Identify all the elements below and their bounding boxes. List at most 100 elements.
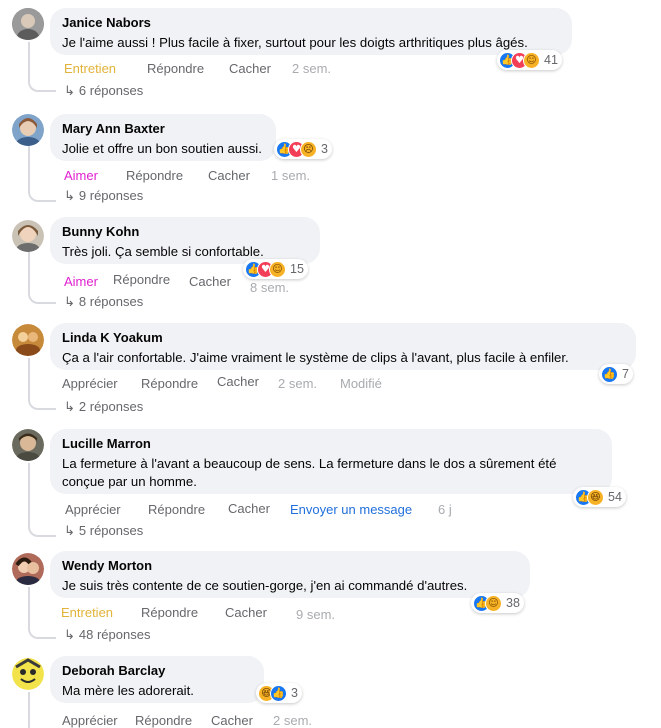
replies-count: 5 réponses [78, 523, 144, 538]
reaction-summary[interactable]: 😆 👍 3 [256, 683, 302, 703]
comment-text: Je suis très contente de ce soutien-gorg… [62, 578, 468, 593]
reaction-summary[interactable]: 👍 😆 54 [573, 487, 626, 507]
comment-bubble: Wendy Morton Je suis très contente de ce… [50, 551, 530, 598]
reply-arrow-icon: ↳ [64, 523, 75, 538]
reply-arrow-icon: ↳ [64, 83, 75, 98]
hide-link[interactable]: Cacher [229, 61, 271, 76]
comment-text: Je l'aime aussi ! Plus facile à fixer, s… [62, 35, 528, 50]
react-link[interactable]: Apprécier [62, 376, 118, 391]
thread-connector [28, 521, 56, 537]
edited-label: Modifié [340, 376, 382, 391]
comment-author[interactable]: Wendy Morton [62, 558, 518, 574]
reaction-summary[interactable]: 👍 ♥ ☹ 3 [274, 139, 332, 159]
thread-line [28, 463, 30, 527]
reply-link[interactable]: Répondre [126, 168, 183, 183]
reply-link[interactable]: Répondre [147, 61, 204, 76]
react-link[interactable]: Apprécier [62, 713, 118, 728]
view-replies[interactable]: ↳ 9 réponses [64, 188, 143, 204]
reaction-summary[interactable]: 👍 ☺ 38 [471, 593, 524, 613]
avatar[interactable] [12, 324, 44, 356]
replies-count: 2 réponses [78, 399, 144, 414]
reaction-summary[interactable]: 👍 ♥ ☺ 15 [243, 259, 308, 279]
timestamp[interactable]: 2 sem. [273, 713, 312, 728]
view-replies[interactable]: ↳ 2 réponses [64, 399, 143, 415]
reaction-count: 3 [291, 686, 298, 700]
reaction-count: 41 [544, 53, 558, 67]
timestamp[interactable]: 2 sem. [292, 61, 331, 76]
timestamp[interactable]: 8 sem. [250, 280, 289, 295]
reaction-count: 7 [622, 367, 629, 381]
react-link[interactable]: Entretien [64, 61, 116, 76]
replies-count: 9 réponses [78, 188, 144, 203]
react-link[interactable]: Apprécier [65, 502, 121, 517]
comment-bubble: Janice Nabors Je l'aime aussi ! Plus fac… [50, 8, 572, 55]
like-reaction-icon: 👍 [270, 684, 287, 702]
comment-bubble: Deborah Barclay Ma mère les adorerait. [50, 656, 264, 703]
thread-connector [28, 288, 56, 304]
hide-link[interactable]: Cacher [228, 501, 270, 516]
reaction-count: 15 [290, 262, 304, 276]
thread-connector [28, 623, 56, 639]
react-link[interactable]: Aimer [64, 168, 98, 183]
comment-bubble: Linda K Yoakum Ça a l'air confortable. J… [50, 323, 636, 370]
react-link[interactable]: Entretien [61, 605, 113, 620]
hide-link[interactable]: Cacher [208, 168, 250, 183]
comment-author[interactable]: Lucille Marron [62, 436, 600, 452]
avatar[interactable] [12, 114, 44, 146]
hide-link[interactable]: Cacher [211, 713, 253, 728]
timestamp[interactable]: 1 sem. [271, 168, 310, 183]
timestamp[interactable]: 6 j [438, 502, 452, 517]
timestamp[interactable]: 9 sem. [296, 607, 335, 622]
avatar[interactable] [12, 553, 44, 585]
thread-line [28, 692, 30, 728]
reaction-summary[interactable]: 👍 ♥ ☺ 41 [497, 50, 562, 70]
timestamp[interactable]: 2 sem. [278, 376, 317, 391]
thread-connector [28, 394, 56, 410]
comment-bubble: Lucille Marron La fermeture à l'avant a … [50, 429, 612, 494]
reply-link[interactable]: Répondre [148, 502, 205, 517]
reaction-count: 38 [506, 596, 520, 610]
comment-author[interactable]: Deborah Barclay [62, 663, 252, 679]
sad-reaction-icon: ☹ [300, 140, 317, 158]
react-link[interactable]: Aimer [64, 274, 98, 289]
haha-reaction-icon: 😆 [587, 488, 604, 506]
replies-count: 8 réponses [78, 294, 144, 309]
reply-link[interactable]: Répondre [141, 605, 198, 620]
reaction-count: 3 [321, 142, 328, 156]
reply-arrow-icon: ↳ [64, 627, 75, 642]
like-reaction-icon: 👍 [601, 365, 618, 383]
reply-link[interactable]: Répondre [135, 713, 192, 728]
view-replies[interactable]: ↳ 5 réponses [64, 523, 143, 539]
replies-count: 48 réponses [78, 627, 151, 642]
care-reaction-icon: ☺ [523, 51, 540, 69]
avatar[interactable] [12, 220, 44, 252]
reply-arrow-icon: ↳ [64, 294, 75, 309]
comment-author[interactable]: Mary Ann Baxter [62, 121, 264, 137]
reply-arrow-icon: ↳ [64, 188, 75, 203]
view-replies[interactable]: ↳ 8 réponses [64, 294, 143, 310]
avatar[interactable] [12, 429, 44, 461]
comment-author[interactable]: Bunny Kohn [62, 224, 308, 240]
view-replies[interactable]: ↳ 6 réponses [64, 83, 143, 99]
reply-link[interactable]: Répondre [141, 376, 198, 391]
comment-text: Ça a l'air confortable. J'aime vraiment … [62, 350, 569, 365]
comment-text: Jolie et offre un bon soutien aussi. [62, 141, 262, 156]
hide-link[interactable]: Cacher [225, 605, 267, 620]
comment-bubble: Bunny Kohn Très joli. Ça semble si confo… [50, 217, 320, 264]
reply-arrow-icon: ↳ [64, 399, 75, 414]
care-reaction-icon: ☺ [485, 594, 502, 612]
comment-author[interactable]: Linda K Yoakum [62, 330, 624, 346]
hide-link[interactable]: Cacher [189, 274, 231, 289]
thread-connector [28, 76, 56, 92]
comment-text: La fermeture à l'avant a beaucoup de sen… [62, 456, 557, 489]
reply-link[interactable]: Répondre [113, 272, 170, 287]
hide-link[interactable]: Cacher [217, 374, 259, 389]
send-message-link[interactable]: Envoyer un message [290, 502, 412, 517]
comment-author[interactable]: Janice Nabors [62, 15, 560, 31]
view-replies[interactable]: ↳ 48 réponses [64, 627, 150, 643]
reaction-count: 54 [608, 490, 622, 504]
reaction-summary[interactable]: 👍 7 [599, 364, 633, 384]
avatar[interactable] [12, 8, 44, 40]
comment-text: Ma mère les adorerait. [62, 683, 194, 698]
avatar[interactable] [12, 658, 44, 690]
